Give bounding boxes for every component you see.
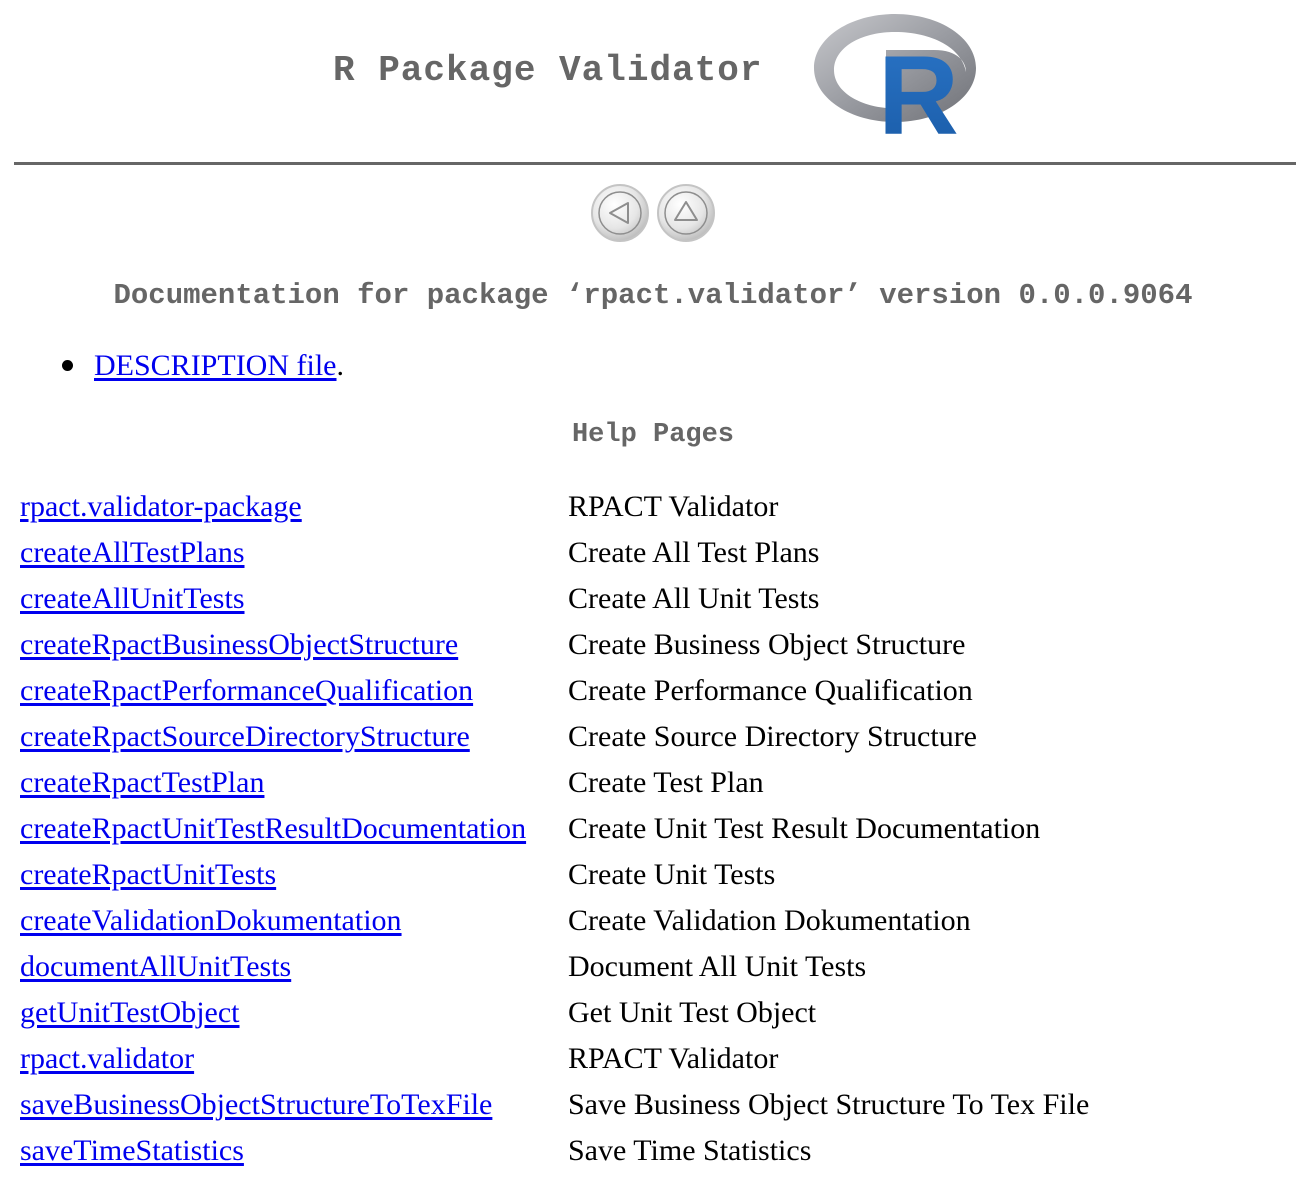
help-page-title: Create Validation Dokumentation <box>568 904 971 937</box>
help-page-link[interactable]: createRpactUnitTestResultDocumentation <box>20 812 526 845</box>
help-page-name-cell: createRpactTestPlan <box>20 760 568 806</box>
description-file-link[interactable]: DESCRIPTION file <box>94 349 337 382</box>
description-suffix: . <box>336 349 345 382</box>
help-page-title: Create All Unit Tests <box>568 582 820 615</box>
help-page-name-cell: createRpactSourceDirectoryStructure <box>20 714 568 760</box>
help-page-title: Save Time Statistics <box>568 1134 812 1167</box>
help-page-title: Document All Unit Tests <box>568 950 867 983</box>
help-page-link[interactable]: createValidationDokumentation <box>20 904 402 937</box>
help-page-link[interactable]: createRpactPerformanceQualification <box>20 674 473 707</box>
table-row: createAllUnitTests Create All Unit Tests <box>20 576 1089 622</box>
help-page-name-cell: documentAllUnitTests <box>20 944 568 990</box>
help-page-title: Get Unit Test Object <box>568 996 817 1029</box>
page-header-title: R Package Validator <box>333 50 763 91</box>
table-row: createRpactUnitTestResultDocumentation Cr… <box>20 806 1089 852</box>
up-arrow-circle-icon[interactable] <box>656 183 716 243</box>
page-header: R Package Validator R <box>0 0 1306 162</box>
r-logo-icon: R <box>814 14 976 140</box>
help-page-name-cell: saveTimeStatistics <box>20 1128 568 1174</box>
table-row: documentAllUnitTests Document All Unit Te… <box>20 944 1089 990</box>
help-page-link[interactable]: saveBusinessObjectStructureToTexFile <box>20 1088 492 1121</box>
help-page-name-cell: createAllUnitTests <box>20 576 568 622</box>
help-page-link[interactable]: createAllTestPlans <box>20 536 245 569</box>
table-row: rpact.validator-package RPACT Validator <box>20 484 1089 530</box>
help-page-link[interactable]: createRpactBusinessObjectStructure <box>20 628 458 661</box>
help-page-name-cell: createAllTestPlans <box>20 530 568 576</box>
help-page-title: Create Unit Test Result Documentation <box>568 812 1041 845</box>
help-page-link[interactable]: rpact.validator-package <box>20 490 302 523</box>
help-page-title: Create Business Object Structure <box>568 628 966 661</box>
help-page-name-cell: rpact.validator <box>20 1036 568 1082</box>
help-page-title: Create Source Directory Structure <box>568 720 977 753</box>
help-page-title: Save Business Object Structure To Tex Fi… <box>568 1088 1090 1121</box>
help-page-name-cell: getUnitTestObject <box>20 990 568 1036</box>
help-page-title: Create All Test Plans <box>568 536 820 569</box>
table-row: createValidationDokumentation Create Vali… <box>20 898 1089 944</box>
table-row: createRpactUnitTests Create Unit Tests <box>20 852 1089 898</box>
help-page-link[interactable]: getUnitTestObject <box>20 996 240 1029</box>
help-page-name-cell: createRpactPerformanceQualification <box>20 668 568 714</box>
left-arrow-circle-icon[interactable] <box>590 183 650 243</box>
help-page-name-cell: createRpactBusinessObjectStructure <box>20 622 568 668</box>
documentation-title: Documentation for package ‘rpact.validat… <box>113 279 1193 312</box>
help-page-title: RPACT Validator <box>568 490 779 523</box>
table-row: createRpactPerformanceQualification Creat… <box>20 668 1089 714</box>
table-row: saveBusinessObjectStructureToTexFile Save… <box>20 1082 1089 1128</box>
help-page-link[interactable]: createRpactSourceDirectoryStructure <box>20 720 470 753</box>
help-page-name-cell: saveBusinessObjectStructureToTexFile <box>20 1082 568 1128</box>
help-page-title: Create Performance Qualification <box>568 674 973 707</box>
help-pages-heading: Help Pages <box>571 420 735 450</box>
help-page-link[interactable]: createAllUnitTests <box>20 582 245 615</box>
help-page-title: Create Unit Tests <box>568 858 776 891</box>
table-row: createAllTestPlans Create All Test Plans <box>20 530 1089 576</box>
table-row: createRpactTestPlan Create Test Plan <box>20 760 1089 806</box>
help-page-name-cell: createValidationDokumentation <box>20 898 568 944</box>
help-page-title: Create Test Plan <box>568 766 764 799</box>
help-page-title: RPACT Validator <box>568 1042 779 1075</box>
bullet-icon <box>62 359 73 371</box>
help-page-name-cell: createRpactUnitTestResultDocumentation <box>20 806 568 852</box>
help-page-link[interactable]: documentAllUnitTests <box>20 950 291 983</box>
help-page-link[interactable]: createRpactUnitTests <box>20 858 276 891</box>
description-list: DESCRIPTION file. <box>62 349 344 383</box>
table-row: createRpactSourceDirectoryStructure Creat… <box>20 714 1089 760</box>
help-page-name-cell: createRpactUnitTests <box>20 852 568 898</box>
help-pages-table: rpact.validator-package RPACT Validator cr… <box>20 484 1089 1174</box>
table-row: saveTimeStatistics Save Time Statistics <box>20 1128 1089 1174</box>
table-row: getUnitTestObject Get Unit Test Object <box>20 990 1089 1036</box>
help-page-link[interactable]: createRpactTestPlan <box>20 766 264 799</box>
help-page-link[interactable]: saveTimeStatistics <box>20 1134 244 1167</box>
r-logo-letter: R <box>878 33 959 140</box>
header-divider <box>14 162 1296 165</box>
navigation-bar <box>590 183 716 245</box>
help-page-link[interactable]: rpact.validator <box>20 1042 194 1075</box>
table-row: createRpactBusinessObjectStructure Create… <box>20 622 1089 668</box>
table-row: rpact.validator RPACT Validator <box>20 1036 1089 1082</box>
help-page-name-cell: rpact.validator-package <box>20 484 568 530</box>
